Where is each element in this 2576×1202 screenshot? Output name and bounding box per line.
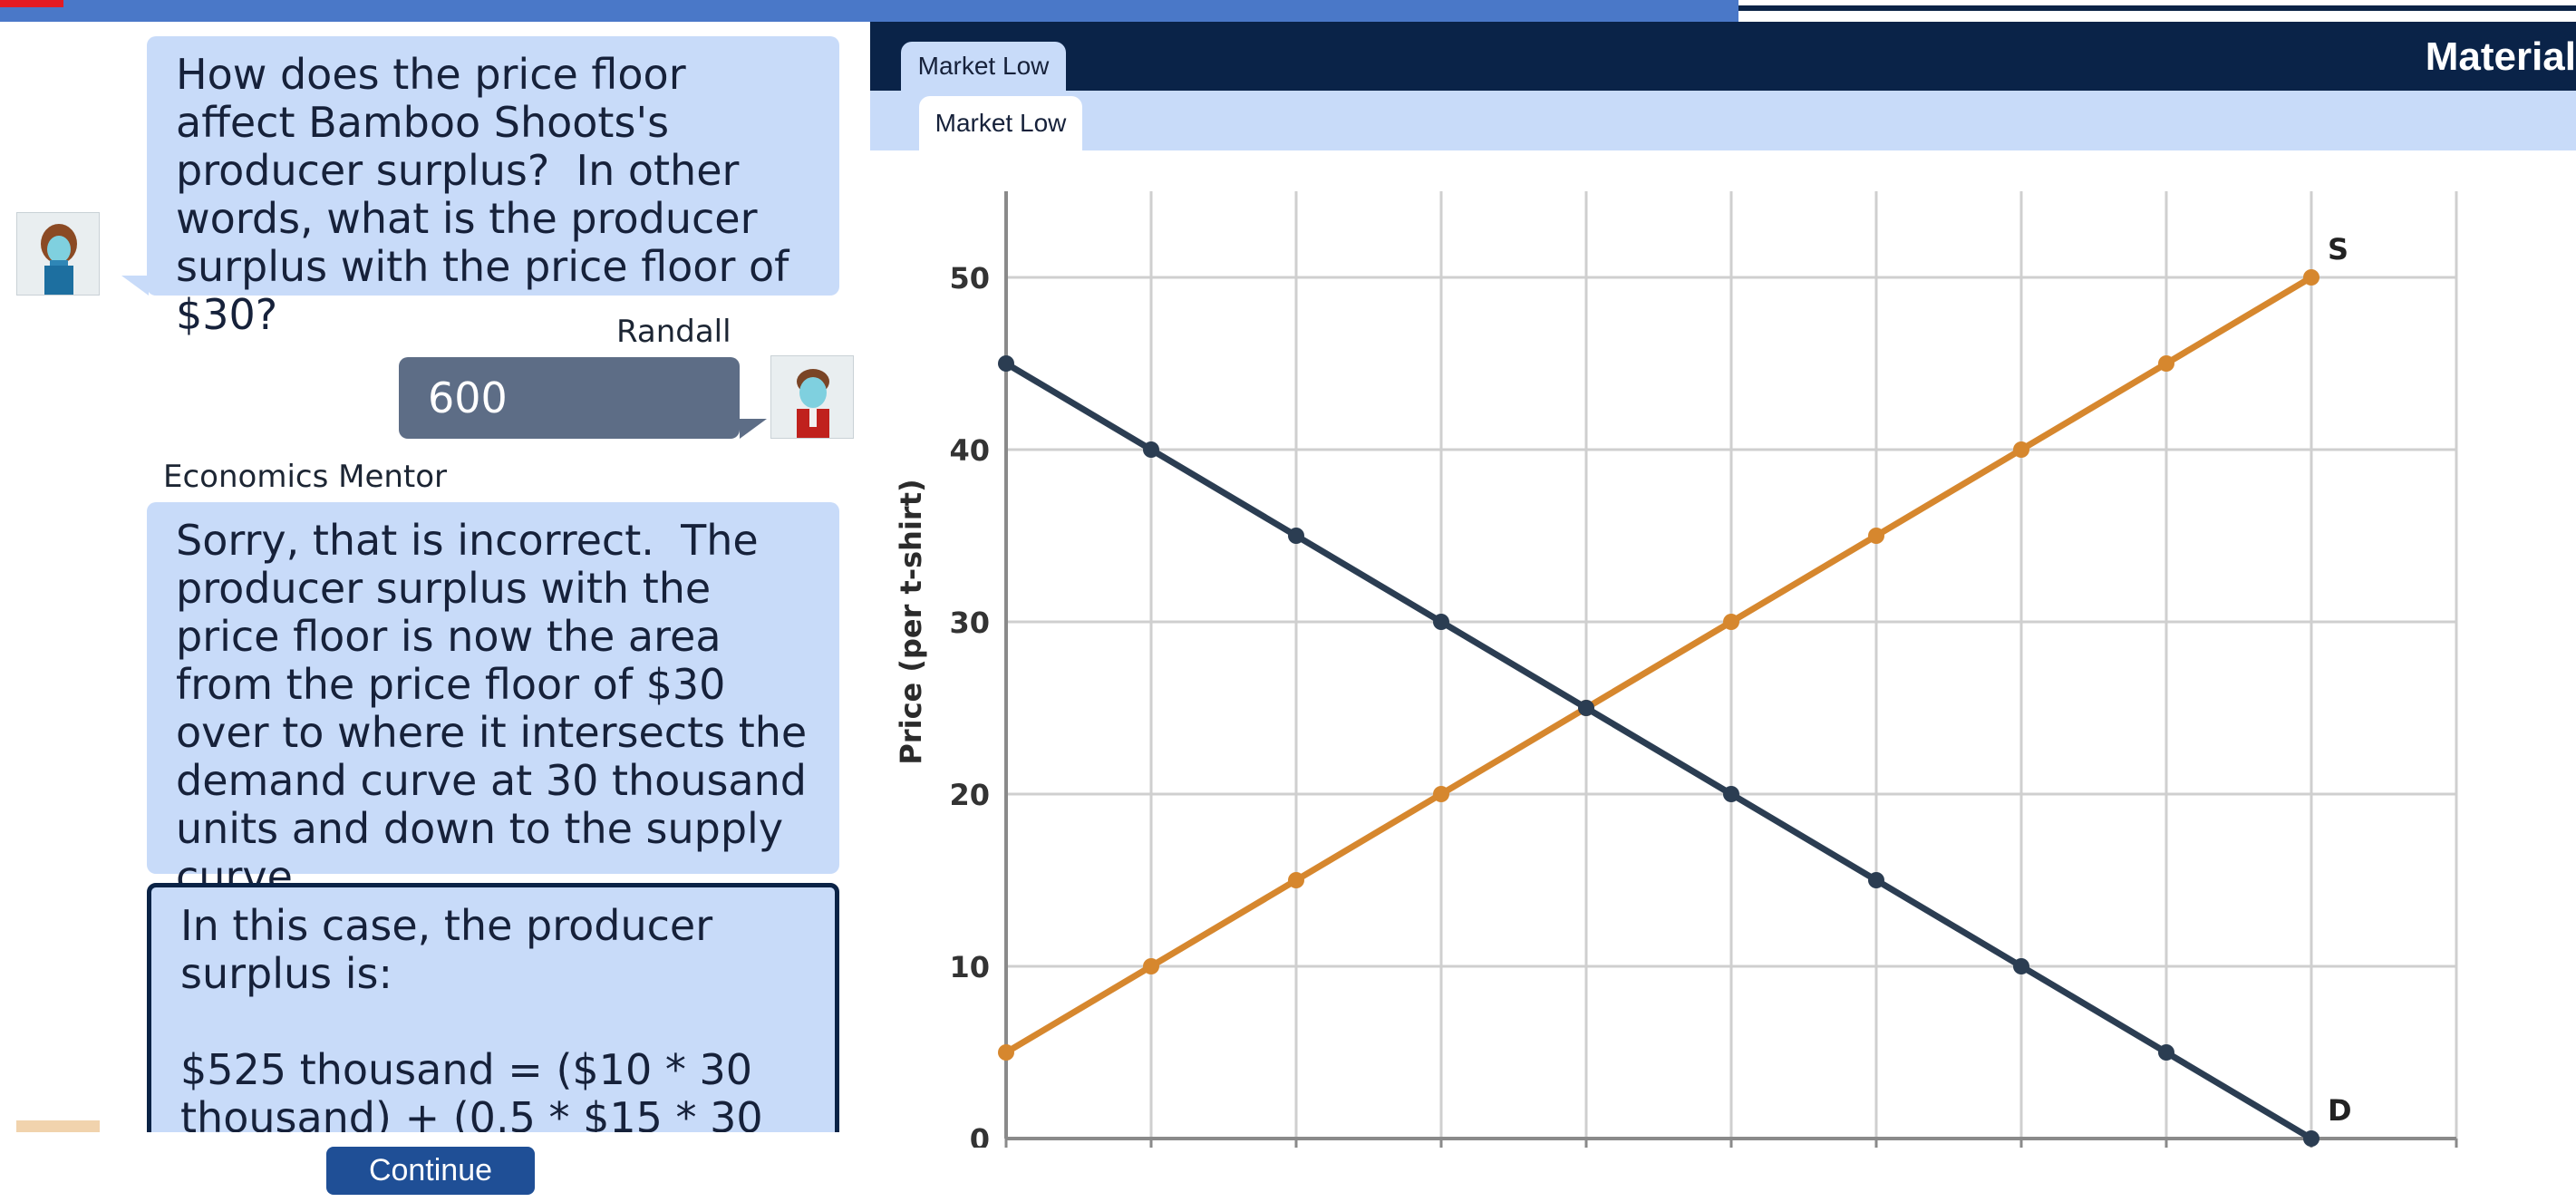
demand-curve [1004, 360, 2313, 1142]
y-tick-label: 40 [949, 433, 990, 468]
supply-point [1433, 786, 1449, 802]
bubble-tail [121, 276, 149, 296]
mentor-feedback-bubble: Sorry, that is incorrect. The producer s… [147, 502, 839, 901]
demand-point [998, 355, 1014, 372]
demand-point [2303, 1130, 2319, 1147]
supply-label: S [2328, 232, 2348, 267]
supply-curve [1004, 274, 2313, 1056]
y-tick-label: 20 [949, 778, 990, 812]
demand-point [1143, 441, 1159, 458]
supply-point [1723, 614, 1739, 630]
brand-marker [0, 0, 63, 7]
supply-point [2158, 355, 2174, 372]
mentor-avatar [16, 212, 100, 296]
panel-title: Material [2425, 34, 2576, 79]
supply-point [998, 1044, 1014, 1061]
subtab-strip [870, 91, 2576, 150]
supply-point [1868, 528, 1884, 544]
y-axis-title: Price (per t-shirt) [894, 479, 928, 764]
mentor-explanation-text: In this case, the producer surplus is: $… [180, 901, 763, 1133]
mentor-name: Economics Mentor [163, 459, 448, 495]
mentor-explanation-bubble: In this case, the producer surplus is: $… [147, 883, 839, 1132]
mentor-feedback-text: Sorry, that is incorrect. The producer s… [176, 516, 820, 901]
mentor-question-bubble: How does the price floor affect Bamboo S… [147, 36, 839, 339]
demand-label: D [2328, 1093, 2352, 1128]
progress-fill [0, 0, 1739, 22]
tab-market-low[interactable]: Market Low [901, 42, 1066, 91]
demand-point [2158, 1044, 2174, 1061]
demand-point [1723, 786, 1739, 802]
supply-point [2303, 269, 2319, 286]
demand-point [1288, 528, 1304, 544]
demand-point [2013, 958, 2029, 974]
chart-svg: 0 10 20 30 40 50 Price (per t-shirt) S D [894, 191, 2458, 1157]
mentor-avatar-icon [41, 224, 77, 295]
y-tick-label: 50 [949, 261, 990, 296]
supply-point [1143, 958, 1159, 974]
y-tick-label: 10 [949, 950, 990, 984]
user-name: Randall [616, 314, 731, 350]
supply-demand-chart: 0 10 20 30 40 50 Price (per t-shirt) S D [870, 150, 2576, 1157]
mentor-question-text: How does the price floor affect Bamboo S… [176, 50, 802, 339]
demand-point [1433, 614, 1449, 630]
user-answer-text: 600 thousand [428, 373, 623, 504]
bubble-tail [740, 419, 767, 439]
mentor-avatar [16, 1120, 100, 1132]
y-tick-label: 0 [970, 1122, 990, 1148]
user-avatar-icon [797, 369, 829, 438]
y-tick-label: 30 [949, 606, 990, 640]
chat-panel[interactable]: How does the price floor affect Bamboo S… [0, 22, 870, 1132]
subtab-market-low[interactable]: Market Low [919, 96, 1082, 150]
progress-bar [0, 0, 2576, 22]
demand-point [1578, 700, 1594, 716]
user-avatar [770, 355, 854, 439]
continue-button[interactable]: Continue [326, 1147, 535, 1195]
supply-point [1288, 872, 1304, 888]
user-answer-bubble: 600 thousand [399, 357, 740, 504]
demand-point [1868, 872, 1884, 888]
material-header: Material [870, 22, 2576, 91]
supply-point [2013, 441, 2029, 458]
